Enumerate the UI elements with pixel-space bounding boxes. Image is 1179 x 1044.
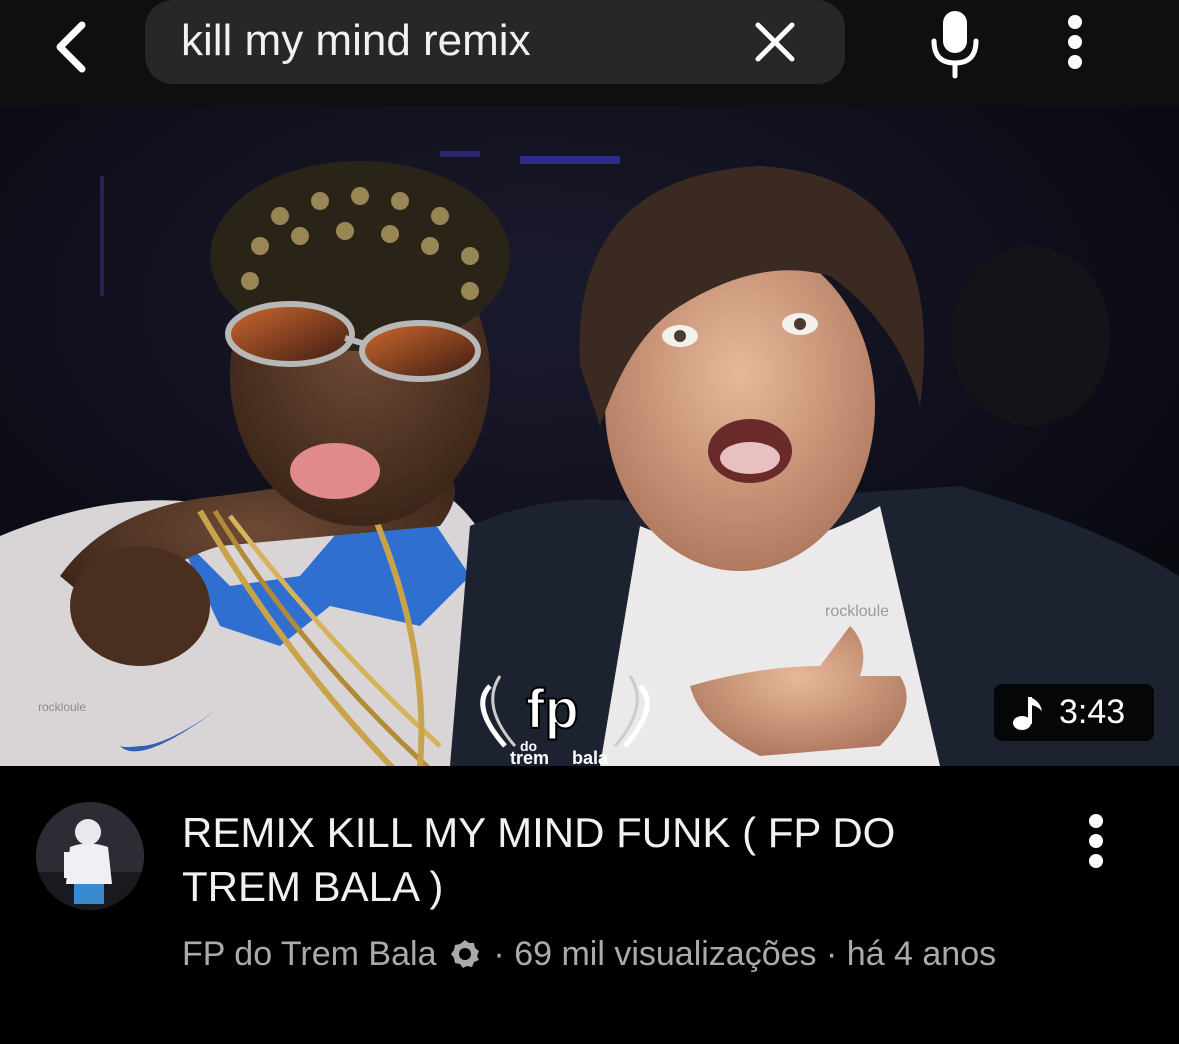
top-bar: kill my mind remix <box>0 0 1179 106</box>
logo-bala-text: bala <box>572 748 609 766</box>
close-icon <box>755 22 795 62</box>
view-count: 69 mil visualizações <box>514 935 817 973</box>
verified-badge-icon <box>450 940 479 968</box>
clear-search-button[interactable] <box>745 12 805 72</box>
chevron-left-icon <box>56 21 86 73</box>
channel-avatar[interactable] <box>36 802 144 910</box>
upload-age: há 4 anos <box>846 935 997 973</box>
more-options-button[interactable] <box>1045 10 1105 74</box>
search-input[interactable]: kill my mind remix <box>181 14 531 68</box>
duration-text: 3:43 <box>1059 693 1126 731</box>
video-more-options-button[interactable] <box>1068 806 1124 876</box>
music-note-icon <box>1013 697 1042 730</box>
avatar-image <box>36 802 144 910</box>
watermark-left: rockloule <box>38 700 86 714</box>
meta-separator: · <box>493 935 505 973</box>
logo-fp-text: fp <box>526 677 579 740</box>
search-box[interactable]: kill my mind remix <box>145 0 845 84</box>
thumbnail-image: rockloule rockloule fp do trem bala <box>0 106 1179 766</box>
microphone-icon <box>931 11 979 79</box>
voice-search-button[interactable] <box>915 4 995 84</box>
duration-badge: 3:43 <box>994 684 1154 741</box>
watermark-right: rockloule <box>825 603 889 620</box>
channel-name[interactable]: FP do Trem Bala <box>182 935 437 973</box>
back-button[interactable] <box>30 12 110 82</box>
video-thumbnail[interactable]: rockloule rockloule fp do trem bala <box>0 106 1179 766</box>
logo-trem-text: trem <box>510 748 549 766</box>
video-metadata: FP do Trem Bala · 69 mil visualizações ·… <box>182 930 1012 978</box>
video-title[interactable]: REMIX KILL MY MIND FUNK ( FP DO TREM BAL… <box>182 806 1012 914</box>
more-vertical-icon <box>1089 814 1103 868</box>
more-vertical-icon <box>1068 15 1082 69</box>
meta-separator: · <box>826 935 838 973</box>
